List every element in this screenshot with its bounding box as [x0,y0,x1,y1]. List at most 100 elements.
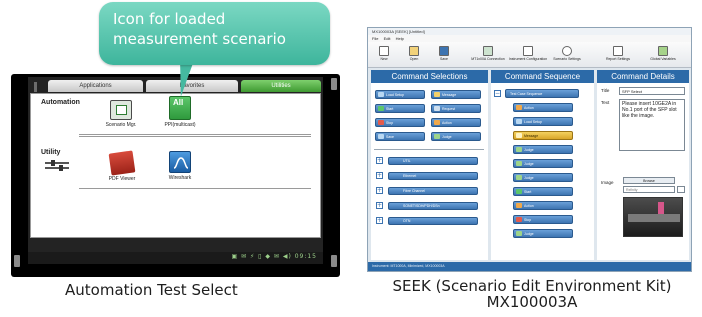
seek-window-title: MX100003A [SEEK] [Untitled] [368,28,691,35]
expand-plus-icon[interactable]: + [376,217,383,224]
cmd-save-label: Save [386,135,394,139]
cmd-start-label: Start [386,107,394,111]
toolbar-global-vars-button[interactable]: Global Variables [646,44,680,61]
seq-item-judge[interactable]: Judge [513,145,573,154]
pdf-viewer-icon[interactable] [108,150,136,176]
cmd-request[interactable]: Request [431,104,481,113]
scenario-manager-icon[interactable] [110,100,132,120]
image-path-field[interactable]: Rxfinity [623,186,675,193]
category-fibre-channel[interactable]: + Fibre Channel [376,186,484,196]
section-divider-bottom [79,188,311,189]
right-caption-line-2: MX100003A [486,293,578,311]
text-label: Text [601,100,610,105]
tab-scroll-left[interactable] [34,82,37,92]
seq-item-label: Action [524,204,534,208]
expand-plus-icon[interactable]: + [376,172,383,179]
collapse-minus-icon[interactable]: − [494,90,501,97]
menu-help[interactable]: Help [396,36,404,41]
seq-item-load-setup[interactable]: Load Setup [513,117,573,126]
cmd-message-label: Message [442,93,457,97]
instrument-icon [523,46,533,56]
cmd-request-label: Request [442,107,456,111]
cmd-message[interactable]: Message [431,90,481,99]
tab-utilities[interactable]: Utilities [241,80,321,92]
toolbar-open-button[interactable]: Open [400,44,428,61]
cmd-action-label: Action [442,121,452,125]
cmd-action[interactable]: Action [431,118,481,127]
toolbar-report-settings-button[interactable]: Report Settings [602,44,634,61]
section-divider [79,134,311,135]
save-disk-icon [439,46,449,56]
category-ethernet[interactable]: + Ethernet [376,171,484,181]
menu-edit[interactable]: Edit [384,36,391,41]
toolbar-connection-button[interactable]: MT1x00A Connection [470,44,506,61]
open-folder-icon [409,46,419,56]
toolbar-save-label: Save [440,57,448,61]
loaded-scenario-icon[interactable]: All [169,96,191,120]
command-sequence-pane: Command Sequence − Test Case Sequence Ac… [491,70,594,260]
expand-plus-icon[interactable]: + [376,187,383,194]
title-field[interactable]: SFP Select [619,87,685,95]
seq-item-message-selected[interactable]: Message [513,131,573,140]
category-otn[interactable]: + OTN [376,216,484,226]
left-side-button[interactable] [14,255,20,267]
expand-plus-icon[interactable]: + [376,202,383,209]
section-divider-secondary [79,136,311,137]
new-file-icon [379,46,389,56]
tab-applications[interactable]: Applications [48,80,143,92]
toolbar-new-button[interactable]: New [370,44,398,61]
wireshark-icon[interactable] [169,151,191,173]
report-icon [613,46,623,56]
connection-icon [483,46,493,56]
right-caption: SEEK (Scenario Edit Environment Kit) MX1… [367,278,697,310]
cmd-stop[interactable]: Stop [375,118,425,127]
command-sequence-header: Command Sequence [491,70,594,83]
seq-item-label: Judge [524,162,534,166]
left-caption: Automation Test Select [65,281,238,299]
category-util[interactable]: + UTIL [376,156,484,166]
wireshark-label: Wireshark [168,175,192,181]
seq-item-judge[interactable]: Judge [513,173,573,182]
browse-button[interactable]: Browse [623,177,675,184]
seq-item-stop[interactable]: Stop [513,215,573,224]
seq-test-case-label: Test Case Sequence [510,92,543,96]
seek-status-bar: Instrument: MT1000A, Minimized, MX100003… [368,262,691,271]
right-lower-button[interactable] [331,255,337,267]
seq-item-label: Stop [524,218,532,222]
toolbar-instrument-config-button[interactable]: Instrument Configuration [508,44,548,61]
tablet-display: Applications Favorites Utilities Automat… [28,77,323,264]
toolbar-scenario-label: Scenario Settings [553,57,581,61]
settings-sliders-icon[interactable] [45,160,69,172]
cmd-load-setup[interactable]: Load Setup [375,90,425,99]
cmd-stop-label: Stop [386,121,394,125]
cmd-start[interactable]: Start [375,104,425,113]
tab-favorites[interactable]: Favorites [146,80,238,92]
command-selections-pane: Command Selections Load Setup Message St… [371,70,488,260]
seq-item-judge[interactable]: Judge [513,229,573,238]
status-icons: ▣ ✉ ⚡ ▯ ◆ ✉ ◀) 09:15 [231,253,317,260]
cmd-judge[interactable]: Judge [431,132,481,141]
toolbar-connection-label: MT1x00A Connection [471,57,505,61]
seq-item-action[interactable]: Action [513,103,573,112]
toolbar-scenario-settings-button[interactable]: Scenario Settings [550,44,584,61]
category-sonet[interactable]: + SONET/SDH/PDH/DSn [376,201,484,211]
menu-file[interactable]: File [372,36,378,41]
callout-bubble: Icon for loaded measurement scenario [99,2,330,65]
seq-item-action[interactable]: Action [513,201,573,210]
image-path-dropdown[interactable] [677,186,685,193]
expand-plus-icon[interactable]: + [376,157,383,164]
seq-item-label: Judge [524,232,534,236]
scenario-manager-label: Scenario Mgr. [105,122,137,128]
toolbar-save-button[interactable]: Save [430,44,458,61]
seq-item-start[interactable]: Start [513,187,573,196]
right-side-button[interactable] [331,78,337,90]
cmd-save[interactable]: Save [375,132,425,141]
text-field[interactable]: Please insert 10GE2A in No.1 port of the… [619,99,685,151]
seq-test-case[interactable]: Test Case Sequence [505,89,579,98]
selections-divider [374,149,484,150]
seq-item-judge[interactable]: Judge [513,159,573,168]
toolbar-global-label: Global Variables [650,57,676,61]
title-label: Title [601,88,610,93]
cmd-load-setup-label: Load Setup [386,93,404,97]
seq-item-label: Judge [524,176,534,180]
